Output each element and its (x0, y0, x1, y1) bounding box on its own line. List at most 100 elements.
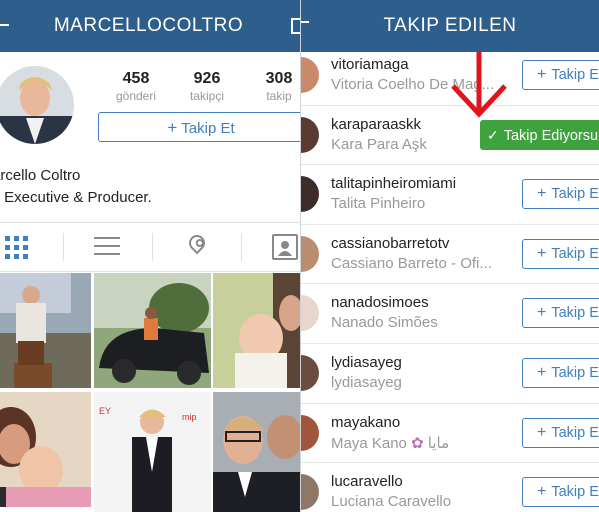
list-item[interactable]: talitapinheiromiami Talita Pinheiro + Takip… (301, 164, 599, 225)
username[interactable]: lydiasayeg (331, 354, 402, 371)
photo-thumbnail[interactable] (0, 392, 91, 507)
plus-icon: + (537, 423, 547, 441)
following-pane: TAKIP EDILEN vitoriamaga Vitoria Coelho D… (300, 0, 599, 512)
user-avatar[interactable] (301, 414, 319, 451)
photo-thumbnail[interactable]: EY mip (94, 392, 211, 512)
full-name: Nanado Simões (331, 314, 438, 331)
grid-view-icon[interactable] (5, 231, 35, 261)
plus-icon: + (537, 185, 547, 203)
photo-thumbnail[interactable] (0, 273, 91, 388)
button-label: Takip E (551, 365, 599, 381)
username[interactable]: mayakano (331, 414, 400, 431)
follow-button[interactable]: + Takip E (522, 238, 599, 269)
follow-button[interactable]: + Takip E (522, 179, 599, 210)
username[interactable]: vitoriamaga (331, 56, 409, 73)
stat-following[interactable]: 308 takip (243, 70, 300, 103)
user-avatar[interactable] (301, 57, 319, 93)
following-count: 308 (265, 70, 293, 87)
full-name-suffix: مايا (427, 434, 450, 452)
profile-name: arcello Coltro (0, 167, 81, 184)
tagged-photos-icon[interactable] (272, 234, 298, 260)
list-item[interactable]: lucaravello Luciana Caravello + Takip E (301, 462, 599, 512)
tab-divider (152, 233, 153, 261)
plus-icon: + (537, 66, 547, 83)
full-name: Talita Pinheiro (331, 195, 425, 212)
full-name-text: Maya Kano (331, 434, 407, 452)
red-arrow-annotation (451, 52, 507, 118)
button-label: Takip E (551, 484, 599, 501)
full-name-text: Cassiano Barreto - Ofi... (331, 254, 492, 272)
full-name-text: Luciana Caravello (331, 493, 452, 511)
list-item[interactable]: mayakano Maya Kano ✿ مايا + Takip E (301, 403, 599, 464)
list-item[interactable]: lydiasayeg lydiasayeg + Takip E (301, 343, 599, 404)
full-name: lydiasayeg (331, 374, 402, 391)
button-label: Takip E (551, 424, 599, 441)
tab-divider (63, 233, 64, 261)
user-avatar[interactable] (301, 116, 319, 153)
svg-text:EY: EY (99, 406, 111, 416)
plus-icon: + (537, 244, 547, 262)
followers-count: 926 (193, 70, 221, 87)
full-name-text: Nanado Simões (331, 314, 438, 332)
full-name: Kara Para Aşk (331, 136, 427, 153)
profile-avatar (0, 66, 74, 144)
location-pin-icon[interactable] (185, 231, 209, 255)
photo-thumbnail[interactable] (213, 273, 300, 388)
profile-bio: V Executive & Producer. (0, 189, 152, 206)
plus-icon: + (537, 304, 547, 322)
follow-button[interactable]: + Takip E (522, 60, 599, 90)
full-name: Cassiano Barreto - Ofi... (331, 255, 492, 272)
follow-button[interactable]: + Takip Et (98, 112, 300, 142)
username[interactable]: lucaravello (331, 473, 403, 490)
full-name: Maya Kano ✿ مايا (331, 434, 449, 452)
checkmark-icon: ✓ (487, 126, 499, 143)
tab-divider (241, 233, 242, 261)
list-view-icon[interactable] (92, 231, 122, 261)
button-label: Takip E (551, 67, 599, 83)
user-avatar[interactable] (301, 295, 319, 332)
profile-title: MARCELLOCOLTRO (53, 15, 244, 36)
button-label: Takip Ediyorsu (503, 127, 599, 144)
posts-label: gönderi (115, 89, 157, 103)
profile-pane: MARCELLOCOLTRO 458 gönderi 926 takipçi 3… (0, 0, 300, 512)
user-avatar[interactable] (301, 474, 319, 511)
list-item[interactable]: nanadosimoes Nanado Simões + Takip E (301, 283, 599, 344)
button-label: Takip E (551, 245, 599, 262)
full-name-text: Kara Para Aşk (331, 135, 427, 153)
full-name-text: lydiasayeg (331, 374, 402, 391)
user-avatar[interactable] (301, 235, 319, 272)
flower-emoji-icon: ✿ (406, 434, 428, 452)
following-title: TAKIP EDILEN (383, 15, 517, 36)
list-item[interactable]: cassianobarretotv Cassiano Barreto - Ofi.… (301, 224, 599, 285)
profile-stats: 458 gönderi 926 takipçi 308 takip (100, 70, 300, 110)
photo-thumbnail[interactable] (94, 273, 211, 388)
follow-button[interactable]: + Takip E (522, 417, 599, 448)
plus-icon: + (167, 118, 178, 137)
profile-header: MARCELLOCOLTRO (0, 0, 300, 52)
follow-button[interactable]: + Takip E (522, 358, 599, 388)
button-label: Takip E (551, 186, 599, 203)
following-button[interactable]: ✓ Takip Ediyorsu (480, 119, 599, 150)
photo-thumbnail[interactable] (213, 392, 300, 512)
follow-button-label: Takip Et (181, 120, 235, 137)
user-avatar[interactable] (301, 355, 319, 391)
username[interactable]: karaparaaskk (331, 116, 421, 133)
username[interactable]: nanadosimoes (331, 294, 429, 311)
stat-posts[interactable]: 458 gönderi (100, 70, 172, 103)
profile-view-tabs (0, 222, 300, 272)
full-name-text: Talita Pinheiro (331, 195, 426, 213)
username[interactable]: talitapinheiromiami (331, 175, 456, 192)
button-label: Takip E (551, 305, 599, 322)
full-name: Luciana Caravello (331, 493, 451, 510)
followers-label: takipçi (189, 89, 224, 103)
stat-followers[interactable]: 926 takipçi (171, 70, 243, 103)
following-label: takip (266, 89, 292, 103)
plus-icon: + (537, 483, 547, 501)
username[interactable]: cassianobarretotv (331, 235, 449, 252)
posts-count: 458 (122, 70, 150, 87)
share-icon[interactable] (291, 18, 300, 34)
plus-icon: + (537, 364, 547, 381)
follow-button[interactable]: + Takip E (522, 298, 599, 329)
follow-button[interactable]: + Takip E (522, 477, 599, 508)
user-avatar[interactable] (301, 176, 319, 213)
